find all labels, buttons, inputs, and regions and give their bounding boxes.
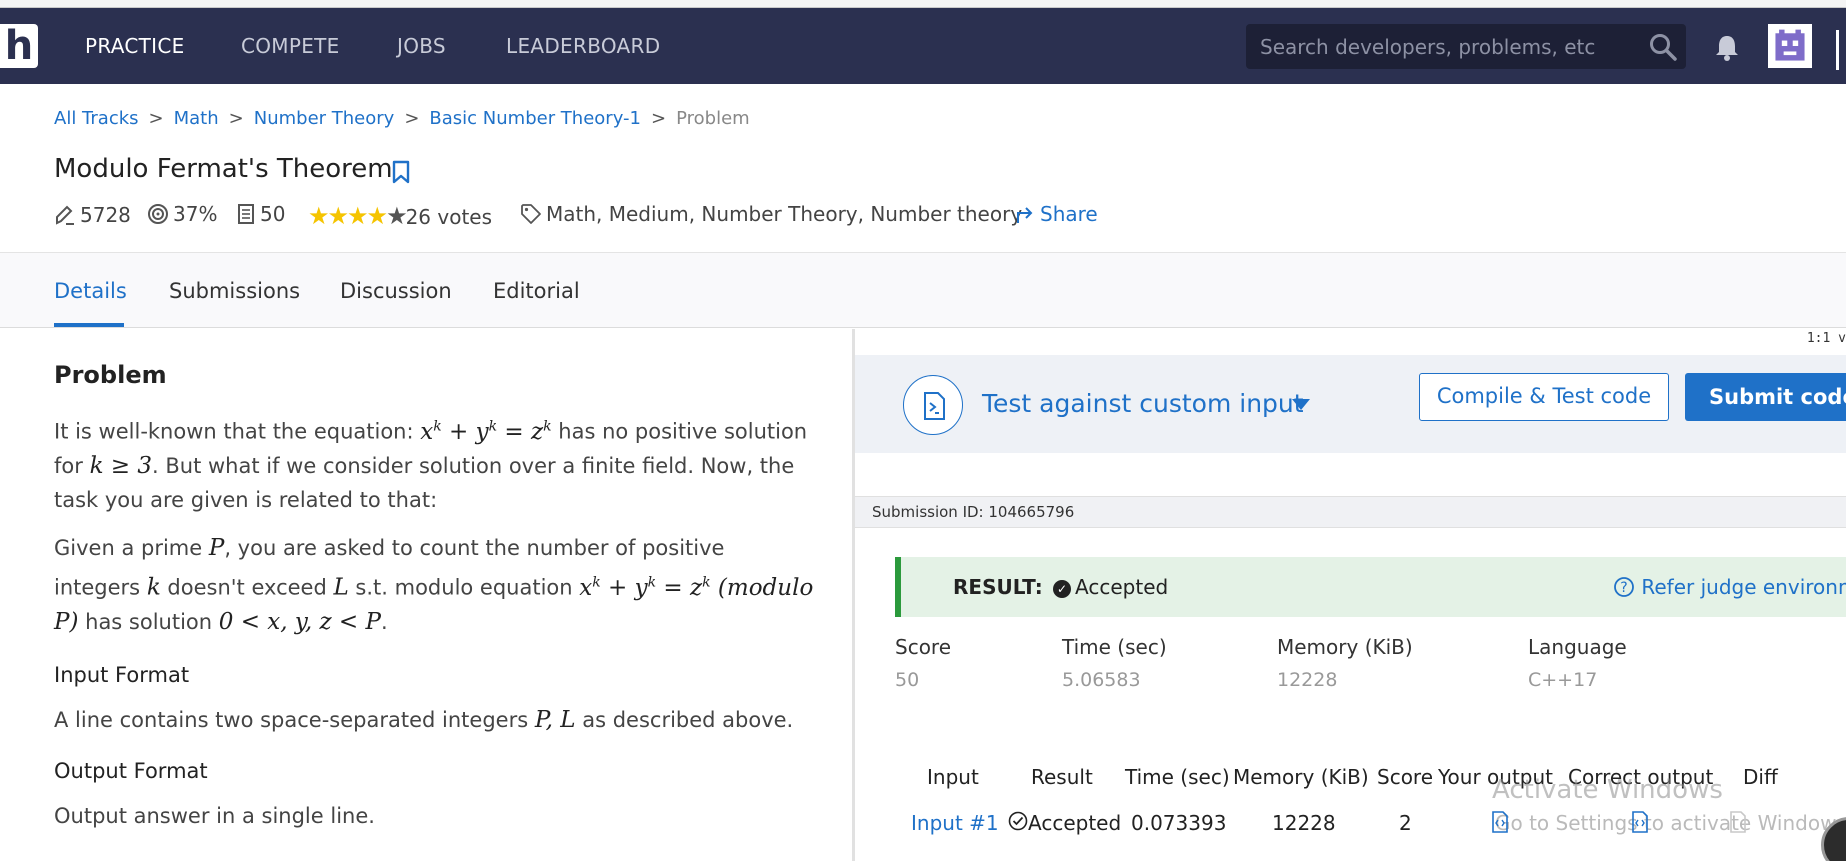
problem-statement-pane: Problem It is well-known that the equati… <box>0 329 852 861</box>
stat-score-label: Score <box>895 635 952 659</box>
solvers-stat: 5728 <box>54 202 131 227</box>
tag-icon <box>521 204 541 224</box>
your-output-file-icon[interactable] <box>1491 811 1509 833</box>
statement-paragraph-2: Given a prime P, you are asked to count … <box>54 535 814 635</box>
tags-stat: Math, Medium, Number Theory, Number theo… <box>520 202 1022 226</box>
document-list-icon <box>238 204 254 224</box>
row-input-link[interactable]: Input #1 <box>911 811 999 835</box>
compile-test-button[interactable]: Compile & Test code <box>1419 373 1669 421</box>
help-circle-icon: ? <box>1614 577 1634 597</box>
tab-submissions[interactable]: Submissions <box>169 279 300 303</box>
math-k-geq-3: k ≥ 3 <box>89 452 153 479</box>
scroll-edge <box>1836 30 1839 70</box>
col-result: Result <box>1031 765 1093 789</box>
hackerearth-logo[interactable]: h <box>0 24 38 68</box>
breadcrumb-math[interactable]: Math <box>174 108 219 129</box>
rating-stars-icon: ★★★★★ <box>308 202 408 230</box>
max-score-stat: 50 <box>236 202 285 226</box>
stat-memory-label: Memory (KiB) <box>1277 635 1413 659</box>
breadcrumb-basic-number-theory[interactable]: Basic Number Theory-1 <box>429 108 641 129</box>
svg-text:?: ? <box>1620 580 1627 596</box>
col-score: Score <box>1377 765 1434 789</box>
window-top-strip <box>0 0 1846 8</box>
search-box <box>1246 24 1686 69</box>
share-icon <box>1017 207 1033 223</box>
row-score: 2 <box>1399 811 1412 835</box>
result-banner: RESULT: ✓Accepted ? Refer judge environm… <box>895 557 1846 617</box>
stat-language-label: Language <box>1528 635 1627 659</box>
custom-input-toggle[interactable] <box>903 375 963 435</box>
bookmark-icon[interactable] <box>391 160 411 184</box>
breadcrumb-separator: > <box>404 108 420 129</box>
output-format-heading: Output Format <box>54 759 208 783</box>
breadcrumb-separator: > <box>228 108 244 129</box>
active-tab-underline <box>54 323 124 327</box>
search-icon[interactable] <box>1648 32 1678 62</box>
diff-file-icon[interactable] <box>1729 811 1747 833</box>
statement-heading: Problem <box>54 361 167 389</box>
breadcrumb-number-theory[interactable]: Number Theory <box>254 108 395 129</box>
row-memory: 12228 <box>1272 811 1336 835</box>
col-diff: Diff <box>1743 765 1778 789</box>
accuracy-stat: 37% <box>147 202 217 226</box>
rating-stat: ★★★★★26 votes <box>308 202 493 230</box>
nav-jobs[interactable]: JOBS <box>397 34 446 58</box>
custom-input-label[interactable]: Test against custom input <box>982 389 1304 418</box>
col-memory: Memory (KiB) <box>1233 765 1369 789</box>
check-circle-icon: ✓ <box>1053 580 1072 598</box>
tab-discussion[interactable]: Discussion <box>340 279 452 303</box>
breadcrumb-separator: > <box>651 108 667 129</box>
stat-time-value: 5.06583 <box>1062 669 1141 691</box>
tab-editorial[interactable]: Editorial <box>493 279 580 303</box>
user-avatar[interactable] <box>1768 24 1812 68</box>
nav-practice[interactable]: PRACTICE <box>85 34 185 58</box>
breadcrumb: All Tracks > Math > Number Theory > Basic Numb… <box>54 108 750 129</box>
top-navbar: h PRACTICE COMPETE JOBS LEADERBOARD <box>0 8 1846 84</box>
col-time: Time (sec) <box>1125 765 1230 789</box>
problem-tabs: Details Submissions Discussion Editorial <box>0 252 1846 328</box>
activate-windows-hint: Go to Settings to activate Windows. <box>1495 811 1846 835</box>
output-format-text: Output answer in a single line. <box>54 804 375 828</box>
breadcrumb-separator: > <box>148 108 164 129</box>
editor-ratio-indicator: 1:1 v <box>1806 331 1846 346</box>
stat-memory-value: 12228 <box>1277 669 1338 691</box>
breadcrumb-current: Problem <box>676 108 750 129</box>
math-range: 0 < x, y, z < P <box>218 608 381 635</box>
tab-details[interactable]: Details <box>54 279 127 303</box>
input-format-text: A line contains two space-separated inte… <box>54 707 794 733</box>
submission-id: Submission ID: 104665796 <box>855 496 1846 528</box>
editor-action-bar: Test against custom input Compile & Test… <box>855 355 1846 453</box>
check-outline-icon <box>1008 811 1028 831</box>
nav-compete[interactable]: COMPETE <box>241 34 340 58</box>
activate-windows-watermark: Activate Windows <box>1492 775 1723 805</box>
statement-paragraph-1: It is well-known that the equation: xk +… <box>54 418 808 512</box>
editor-result-pane: 1:1 v Test against custom input Compile … <box>855 329 1846 861</box>
col-input: Input <box>927 765 979 789</box>
math-fermat-equation: xk + yk = zk <box>420 418 552 445</box>
stat-score-value: 50 <box>895 669 920 691</box>
input-format-heading: Input Format <box>54 663 190 687</box>
nav-leaderboard[interactable]: LEADERBOARD <box>506 34 660 58</box>
share-link[interactable]: Share <box>1014 202 1098 226</box>
result-status: RESULT: ✓ Accepted <box>953 575 1169 599</box>
stat-language-value: C++17 <box>1528 669 1598 691</box>
breadcrumb-all-tracks[interactable]: All Tracks <box>54 108 139 129</box>
correct-output-file-icon[interactable] <box>1631 811 1649 833</box>
stat-time-label: Time (sec) <box>1062 635 1167 659</box>
problem-title: Modulo Fermat's Theorem <box>54 154 393 184</box>
row-time: 0.073393 <box>1131 811 1227 835</box>
target-icon <box>148 204 168 224</box>
submit-code-button[interactable]: Submit code <box>1685 373 1846 421</box>
chevron-down-icon[interactable] <box>1292 399 1310 410</box>
search-input[interactable] <box>1260 24 1640 69</box>
pen-user-icon <box>56 205 74 225</box>
refer-judge-link[interactable]: ? Refer judge environment <box>1613 575 1846 599</box>
row-result: Accepted <box>1008 811 1121 835</box>
notification-bell-icon[interactable] <box>1714 32 1740 62</box>
terminal-file-icon <box>924 392 945 420</box>
